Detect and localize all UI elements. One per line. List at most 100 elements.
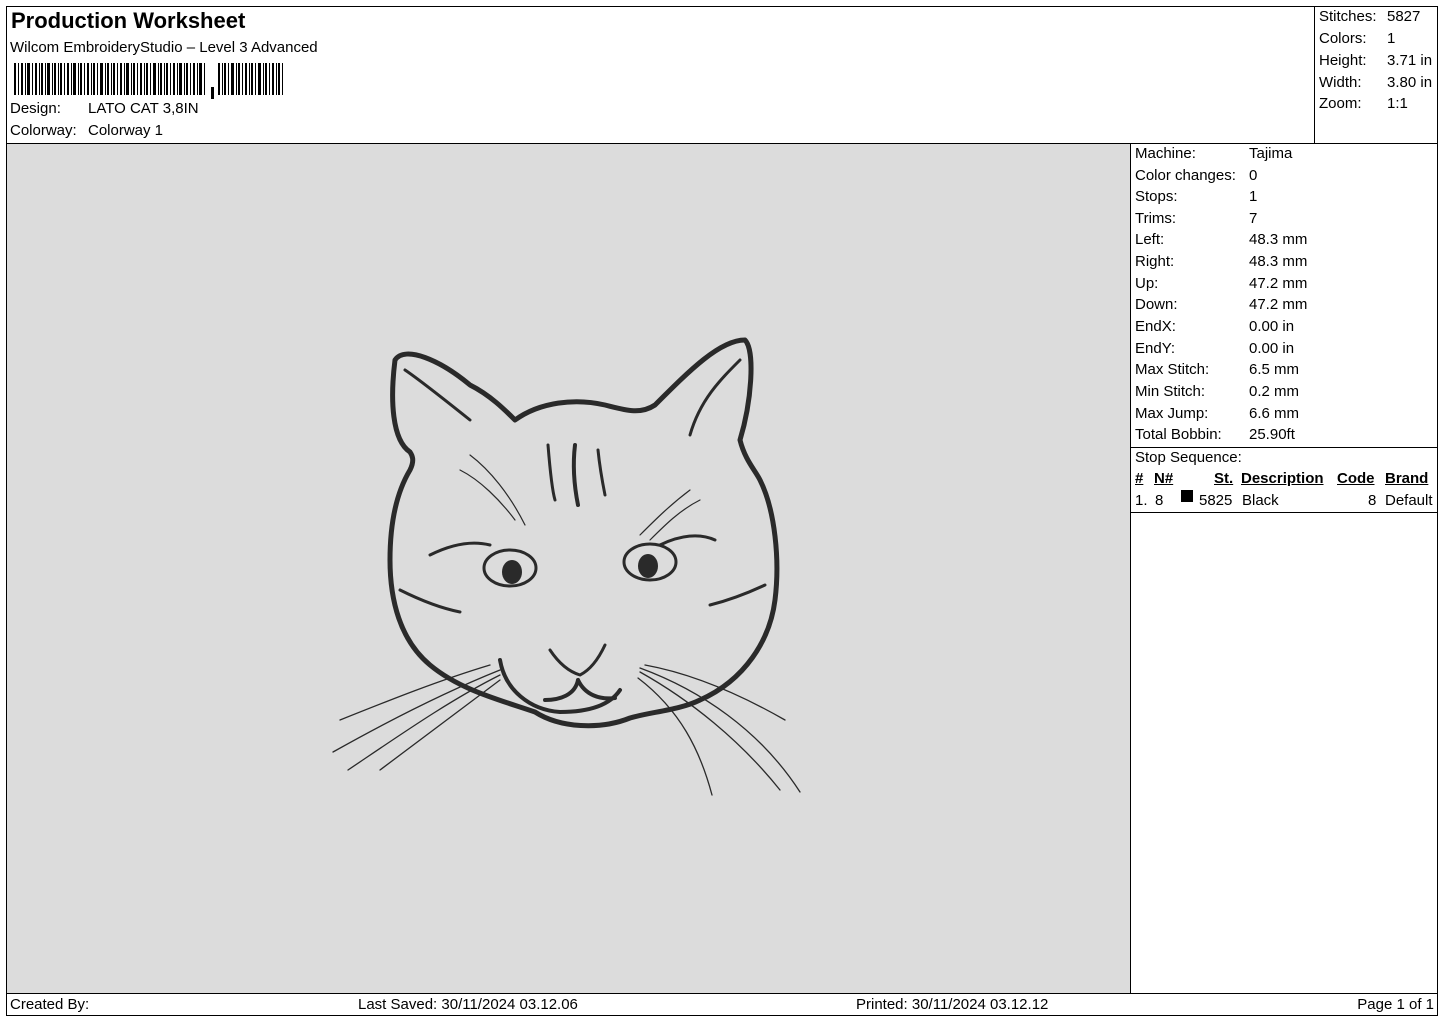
col-header-stitches: St.: [1214, 470, 1234, 487]
worksheet-footer: Created By: Last Saved: 30/11/2024 03.12…: [6, 993, 1438, 1016]
right-brow: [658, 534, 717, 547]
detail-value: 7: [1249, 210, 1258, 227]
detail-label: Max Stitch:: [1135, 361, 1210, 378]
stat-width: Width: 3.80 in: [1319, 74, 1432, 91]
col-header-brand: Brand: [1385, 470, 1429, 487]
mouth: [543, 678, 617, 702]
stat-value: 1:1: [1387, 95, 1408, 112]
detail-label: Min Stitch:: [1135, 383, 1206, 400]
created-by: Created By:: [10, 996, 90, 1013]
nose: [548, 643, 607, 677]
left-whiskers: [332, 664, 501, 771]
detail-color-changes: Color changes: 0: [1135, 167, 1257, 184]
detail-trims: Trims: 7: [1135, 210, 1257, 227]
details-panel: Machine: Tajima Color changes: 0 Stops: 1 T…: [1131, 144, 1438, 993]
last-saved: Last Saved: 30/11/2024 03.12.06: [358, 996, 578, 1013]
cat-embroidery-image: [332, 337, 801, 796]
detail-endx: EndX: 0.00 in: [1135, 318, 1294, 335]
detail-value: 0: [1249, 167, 1258, 184]
forehead-stripe: [546, 443, 557, 502]
colorway-label: Colorway:: [10, 122, 77, 139]
stats-panel: Stitches: 5827 Colors: 1 Height: 3.71 in Wi…: [1315, 6, 1438, 144]
detail-left: Left: 48.3 mm: [1135, 231, 1307, 248]
detail-label: EndY:: [1135, 340, 1176, 357]
stop-sequence-title: Stop Sequence:: [1135, 449, 1242, 466]
page-title: Production Worksheet: [11, 8, 246, 33]
left-cheek-line: [398, 588, 462, 614]
detail-endy: EndY: 0.00 in: [1135, 340, 1294, 357]
detail-value: 0.00 in: [1249, 340, 1295, 357]
detail-label: Total Bobbin:: [1135, 426, 1222, 443]
row-brand: Default: [1385, 492, 1433, 509]
worksheet-header: Production Worksheet Wilcom EmbroiderySt…: [6, 6, 1315, 144]
detail-stops: Stops: 1: [1135, 188, 1257, 205]
divider: [1131, 447, 1438, 448]
design-row: Design: LATO CAT 3,8IN: [10, 100, 199, 117]
design-value: LATO CAT 3,8IN: [88, 100, 199, 117]
col-header-needle: N#: [1154, 470, 1174, 487]
detail-value: 1: [1249, 188, 1258, 205]
printed-date: Printed: 30/11/2024 03.12.12: [856, 996, 1049, 1013]
stat-colors: Colors: 1: [1319, 30, 1395, 47]
detail-right: Right: 48.3 mm: [1135, 253, 1307, 270]
detail-value: 48.3 mm: [1249, 231, 1308, 248]
stat-value: 5827: [1387, 8, 1421, 25]
divider: [1131, 512, 1438, 513]
stat-label: Zoom:: [1319, 95, 1362, 112]
row-description: Black: [1242, 492, 1279, 509]
design-label: Design:: [10, 100, 61, 117]
detail-label: Machine:: [1135, 145, 1196, 162]
detail-value: 0.00 in: [1249, 318, 1295, 335]
software-name: Wilcom EmbroideryStudio – Level 3 Advanc…: [10, 39, 318, 56]
stat-zoom: Zoom: 1:1: [1319, 95, 1408, 112]
detail-down: Down: 47.2 mm: [1135, 296, 1307, 313]
detail-value: 0.2 mm: [1249, 383, 1300, 400]
detail-label: Max Jump:: [1135, 405, 1209, 422]
detail-value: 6.5 mm: [1249, 361, 1300, 378]
left-brow: [428, 541, 492, 557]
stat-stitches: Stitches: 5827: [1319, 8, 1420, 25]
detail-machine: Machine: Tajima: [1135, 145, 1292, 162]
stat-label: Colors:: [1319, 30, 1367, 47]
detail-value: 25.90ft: [1249, 426, 1295, 443]
detail-value: 6.6 mm: [1249, 405, 1300, 422]
row-stitches: 5825: [1199, 492, 1233, 509]
detail-value: 47.2 mm: [1249, 275, 1308, 292]
detail-up: Up: 47.2 mm: [1135, 275, 1307, 292]
detail-label: EndX:: [1135, 318, 1176, 335]
detail-value: 48.3 mm: [1249, 253, 1308, 270]
detail-max-jump: Max Jump: 6.6 mm: [1135, 405, 1299, 422]
detail-label: Left:: [1135, 231, 1165, 248]
brow-whiskers: [459, 454, 701, 541]
cat-head-outline: [387, 337, 780, 729]
right-whiskers: [637, 664, 801, 796]
colorway-row: Colorway: Colorway 1: [10, 122, 163, 139]
detail-label: Up:: [1135, 275, 1159, 292]
forehead-stripe: [571, 443, 580, 507]
right-cheek-line: [708, 583, 767, 607]
col-header-num: #: [1135, 470, 1144, 487]
right-ear-inner: [688, 358, 742, 437]
barcode: [14, 63, 283, 99]
detail-label: Right:: [1135, 253, 1175, 270]
stat-value: 3.80 in: [1387, 74, 1433, 91]
right-pupil: [638, 554, 658, 578]
row-code: 8: [1368, 492, 1377, 509]
stat-label: Stitches:: [1319, 8, 1377, 25]
stat-height: Height: 3.71 in: [1319, 52, 1432, 69]
stat-label: Width:: [1319, 74, 1362, 91]
detail-label: Stops:: [1135, 188, 1178, 205]
page-number: Page 1 of 1: [1357, 996, 1434, 1013]
col-header-code: Code: [1337, 470, 1375, 487]
detail-max-stitch: Max Stitch: 6.5 mm: [1135, 361, 1299, 378]
stat-value: 1: [1387, 30, 1396, 47]
detail-value: Tajima: [1249, 145, 1293, 162]
stat-label: Height:: [1319, 52, 1367, 69]
detail-min-stitch: Min Stitch: 0.2 mm: [1135, 383, 1299, 400]
colorway-value: Colorway 1: [88, 122, 164, 139]
left-pupil: [502, 560, 522, 584]
col-header-description: Description: [1241, 470, 1324, 487]
detail-value: 47.2 mm: [1249, 296, 1308, 313]
detail-label: Color changes:: [1135, 167, 1236, 184]
row-num: 1.: [1135, 492, 1148, 509]
